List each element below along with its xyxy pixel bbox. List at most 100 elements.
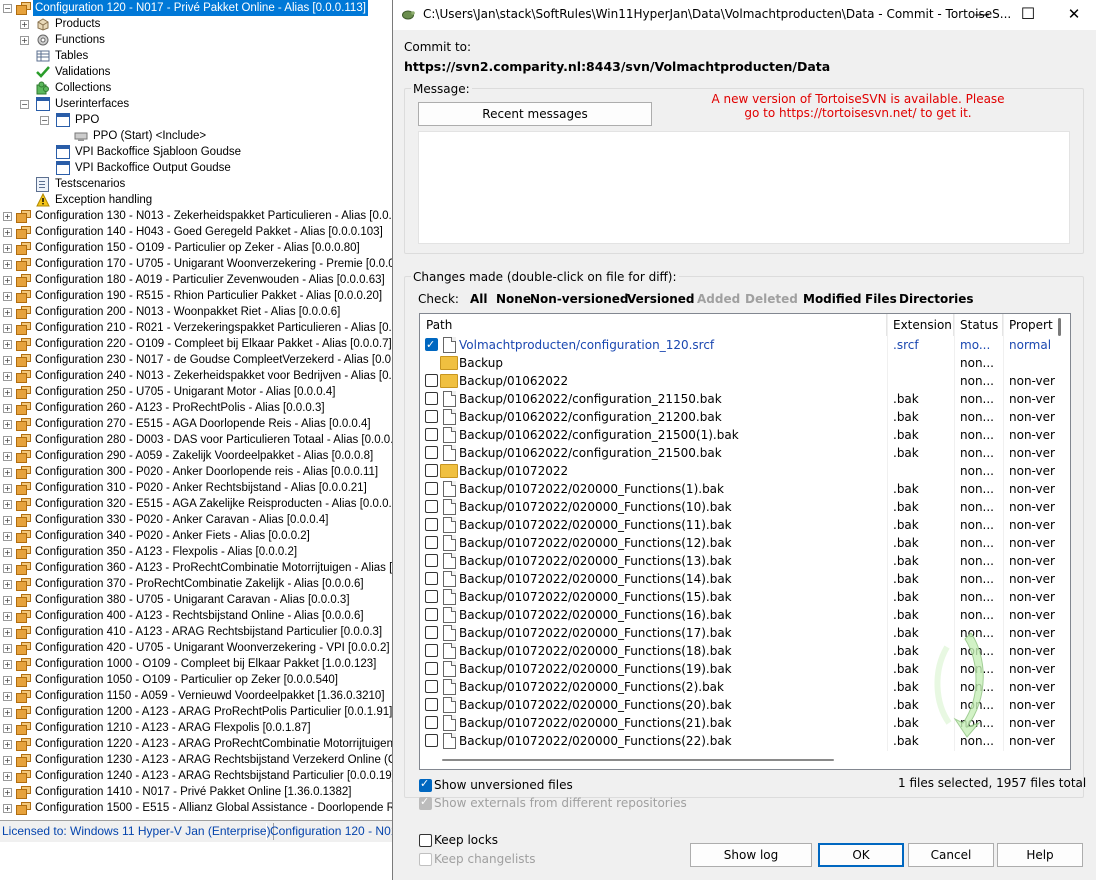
- expand-icon[interactable]: +: [3, 644, 12, 653]
- file-row-checkbox[interactable]: [425, 680, 438, 693]
- column-header-path[interactable]: Path: [420, 314, 887, 336]
- file-row[interactable]: Backup/01062022/configuration_21200.bak.…: [420, 408, 1070, 426]
- file-row-checkbox[interactable]: [425, 464, 438, 477]
- expand-icon[interactable]: +: [3, 788, 12, 797]
- file-row[interactable]: Backup/01072022/020000_Functions(13).bak…: [420, 552, 1070, 570]
- file-row-checkbox[interactable]: [425, 392, 438, 405]
- expand-icon[interactable]: +: [3, 676, 12, 685]
- file-row-checkbox[interactable]: [425, 572, 438, 585]
- expand-icon[interactable]: +: [3, 660, 12, 669]
- expand-icon[interactable]: +: [3, 772, 12, 781]
- expand-icon[interactable]: +: [3, 724, 12, 733]
- file-row[interactable]: Backup/01072022/020000_Functions(1).bak.…: [420, 480, 1070, 498]
- file-row-checkbox[interactable]: [425, 336, 438, 354]
- expand-icon[interactable]: +: [3, 756, 12, 765]
- filter-directories[interactable]: Directories: [899, 292, 974, 306]
- expand-icon[interactable]: +: [3, 388, 12, 397]
- file-row[interactable]: Backup/01072022/020000_Functions(16).bak…: [420, 606, 1070, 624]
- file-row-checkbox[interactable]: [425, 446, 438, 459]
- show-unversioned-label[interactable]: Show unversioned files: [434, 778, 573, 792]
- filter-all[interactable]: All: [470, 292, 488, 306]
- expand-icon[interactable]: +: [3, 452, 12, 461]
- expand-icon[interactable]: +: [3, 356, 12, 365]
- file-row-checkbox[interactable]: [425, 590, 438, 603]
- vertical-scrollbar-thumb[interactable]: [1058, 318, 1061, 336]
- file-row-checkbox[interactable]: [425, 482, 438, 495]
- file-row[interactable]: Backup/01072022/020000_Functions(10).bak…: [420, 498, 1070, 516]
- ok-button[interactable]: OK: [818, 843, 904, 867]
- file-row[interactable]: Backup/01072022/020000_Functions(12).bak…: [420, 534, 1070, 552]
- expand-icon[interactable]: +: [20, 36, 29, 45]
- file-row[interactable]: Backup/01072022 non... non-ver: [420, 462, 1070, 480]
- expand-icon[interactable]: +: [3, 340, 12, 349]
- expand-icon[interactable]: +: [3, 276, 12, 285]
- keep-locks-label[interactable]: Keep locks: [434, 833, 498, 847]
- file-row-checkbox[interactable]: [425, 644, 438, 657]
- dialog-titlebar[interactable]: C:\Users\Jan\stack\SoftRules\Win11HyperJ…: [393, 0, 1096, 30]
- expand-icon[interactable]: +: [3, 500, 12, 509]
- expand-icon[interactable]: +: [3, 244, 12, 253]
- expand-icon[interactable]: +: [3, 436, 12, 445]
- file-row[interactable]: Backup/01062022/configuration_21150.bak.…: [420, 390, 1070, 408]
- filter-modified[interactable]: Modified: [803, 292, 862, 306]
- collapse-icon[interactable]: −: [20, 100, 29, 109]
- expand-icon[interactable]: +: [20, 20, 29, 29]
- file-row[interactable]: Volmachtproducten/configuration_120.srcf…: [420, 336, 1070, 354]
- horizontal-scrollbar[interactable]: [420, 751, 1070, 769]
- expand-icon[interactable]: +: [3, 468, 12, 477]
- filter-non-versioned[interactable]: Non-versioned: [530, 292, 628, 306]
- file-row-checkbox[interactable]: [425, 662, 438, 675]
- expand-icon[interactable]: +: [3, 804, 12, 813]
- file-row-checkbox[interactable]: [425, 536, 438, 549]
- file-row-checkbox[interactable]: [425, 608, 438, 621]
- expand-icon[interactable]: +: [3, 532, 12, 541]
- expand-icon[interactable]: +: [3, 228, 12, 237]
- cancel-button[interactable]: Cancel: [908, 843, 994, 867]
- expand-icon[interactable]: +: [3, 404, 12, 413]
- file-row-checkbox[interactable]: [425, 500, 438, 513]
- expand-icon[interactable]: +: [3, 548, 12, 557]
- show-unversioned-checkbox[interactable]: [419, 777, 432, 792]
- close-button[interactable]: ✕: [1051, 0, 1096, 30]
- expand-icon[interactable]: +: [3, 484, 12, 493]
- expand-icon[interactable]: +: [3, 692, 12, 701]
- file-row[interactable]: Backup/01062022/configuration_21500.bak.…: [420, 444, 1070, 462]
- file-row-checkbox[interactable]: [425, 428, 438, 441]
- file-row-checkbox[interactable]: [425, 374, 438, 387]
- keep-locks-checkbox[interactable]: [419, 834, 432, 847]
- expand-icon[interactable]: +: [3, 516, 12, 525]
- expand-icon[interactable]: +: [3, 260, 12, 269]
- expand-icon[interactable]: +: [3, 420, 12, 429]
- file-row[interactable]: Backup/01062022 non... non-ver: [420, 372, 1070, 390]
- file-row[interactable]: Backup/01072022/020000_Functions(15).bak…: [420, 588, 1070, 606]
- column-header-extension[interactable]: Extension: [887, 314, 954, 336]
- configuration-tree[interactable]: − Configuration 120 - N017 - Privé Pakket…: [0, 0, 392, 820]
- file-row-checkbox[interactable]: [425, 554, 438, 567]
- column-header-status[interactable]: Status: [954, 314, 1003, 336]
- minimize-button[interactable]: —: [959, 0, 1005, 30]
- file-row[interactable]: Backup/01062022/configuration_21500(1).b…: [420, 426, 1070, 444]
- file-row-checkbox[interactable]: [425, 698, 438, 711]
- file-row-checkbox[interactable]: [425, 626, 438, 639]
- expand-icon[interactable]: +: [3, 308, 12, 317]
- file-row-checkbox[interactable]: [425, 716, 438, 729]
- maximize-button[interactable]: ☐: [1005, 0, 1051, 30]
- expand-icon[interactable]: +: [3, 324, 12, 333]
- show-log-button[interactable]: Show log: [690, 843, 812, 867]
- expand-icon[interactable]: +: [3, 612, 12, 621]
- expand-icon[interactable]: +: [3, 580, 12, 589]
- expand-icon[interactable]: +: [3, 212, 12, 221]
- expand-icon[interactable]: +: [3, 292, 12, 301]
- horizontal-scrollbar-thumb[interactable]: [442, 759, 834, 761]
- expand-icon[interactable]: +: [3, 628, 12, 637]
- expand-icon[interactable]: +: [3, 596, 12, 605]
- expand-icon[interactable]: +: [3, 372, 12, 381]
- file-row[interactable]: Backup non...: [420, 354, 1070, 372]
- collapse-icon[interactable]: −: [40, 116, 49, 125]
- expand-icon[interactable]: +: [3, 708, 12, 717]
- filter-versioned[interactable]: Versioned: [627, 292, 694, 306]
- commit-message-input[interactable]: [418, 131, 1070, 244]
- filter-files[interactable]: Files: [865, 292, 897, 306]
- collapse-icon[interactable]: −: [3, 4, 12, 13]
- file-row-checkbox[interactable]: [425, 734, 438, 747]
